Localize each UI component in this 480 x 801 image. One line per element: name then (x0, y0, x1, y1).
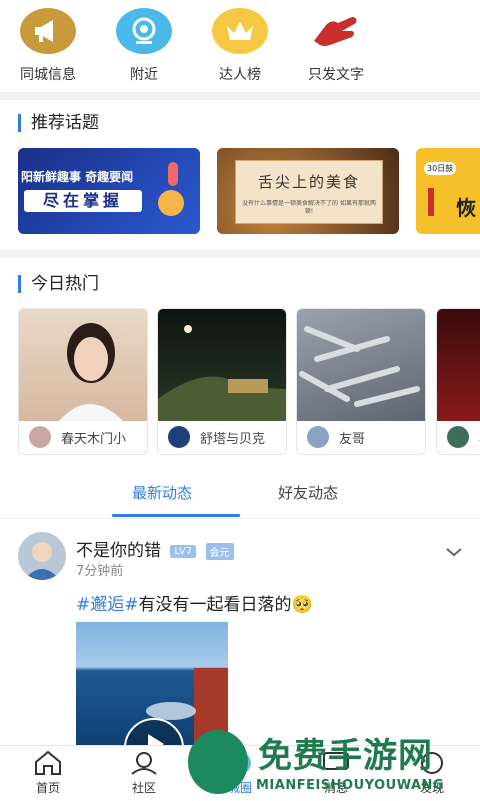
post-hashtag[interactable]: #邂逅# (76, 595, 139, 615)
hand-icon (308, 8, 364, 54)
hot-card[interactable]: 春天木门小 (18, 308, 148, 455)
member-badge: 会元 (205, 542, 234, 560)
city-icon (210, 750, 270, 779)
bottom-nav-home[interactable]: 首页 (18, 750, 78, 796)
tab-friends[interactable]: 好友动态 (278, 482, 338, 503)
hot-card[interactable]: 看 (436, 308, 480, 455)
bottom-nav: 首页 社区 城圈 消息 发现 (0, 745, 480, 801)
bottom-nav-city[interactable]: 城圈 (210, 750, 270, 796)
post-video[interactable] (76, 622, 228, 750)
hot-image (297, 309, 425, 421)
section-title-hot: 今日热门 (18, 275, 99, 293)
tab-indicator (112, 514, 240, 517)
post-text: 有没有一起看日落的 (138, 595, 292, 615)
avatar (447, 426, 469, 448)
message-icon (306, 750, 366, 779)
bottom-nav-messages[interactable]: 消息 (306, 750, 366, 796)
avatar (29, 426, 51, 448)
hot-image (437, 309, 480, 421)
nav-nearby[interactable]: 附近 (99, 8, 189, 84)
feed-tabs: 最新动态 好友动态 (0, 470, 480, 519)
post-time: 7分钟前 (76, 564, 124, 579)
topic-card[interactable]: 30日鼓 恢 (416, 148, 480, 234)
avatar (307, 426, 329, 448)
hot-image (19, 309, 147, 421)
divider (0, 92, 480, 100)
topic-card[interactable]: 阳新鲜趣事 奇趣要闻 尽在掌握 (18, 148, 200, 234)
nav-text-only[interactable]: 只发文字 (291, 8, 381, 84)
home-icon (18, 750, 78, 779)
hot-card[interactable]: 舒塔与贝克 (157, 308, 287, 455)
bottom-nav-discover[interactable]: 发现 (402, 750, 462, 796)
topic-card[interactable]: 舌尖上的美食 没有什么事情是一顿美食解决不了的 如果有那就两顿! (217, 148, 399, 234)
bottom-nav-community[interactable]: 社区 (114, 750, 174, 796)
community-icon (114, 750, 174, 779)
chevron-down-icon[interactable] (444, 542, 464, 562)
divider (0, 250, 480, 258)
rocket-icon (168, 162, 178, 186)
nav-local-info[interactable]: 同城信息 (3, 8, 93, 84)
crown-icon (212, 8, 268, 54)
post-card: 不是你的错 LV7 会元 7分钟前 #邂逅#有没有一起看日落的🥺 (0, 520, 480, 750)
hot-image (158, 309, 286, 421)
hot-card[interactable]: 友哥 (296, 308, 426, 455)
top-nav: 同城信息 附近 达人榜 只发文字 (0, 0, 480, 90)
nav-ranking[interactable]: 达人榜 (195, 8, 285, 84)
location-icon (116, 8, 172, 54)
level-badge: LV7 (170, 544, 197, 558)
avatar[interactable] (18, 532, 66, 580)
cartoon-figure (158, 190, 184, 216)
avatar (168, 426, 190, 448)
post-emoji: 🥺 (291, 595, 313, 615)
megaphone-icon (20, 8, 76, 54)
section-title-recommended: 推荐话题 (18, 114, 99, 132)
discover-icon (402, 750, 462, 779)
post-username[interactable]: 不是你的错 (76, 541, 161, 561)
tab-latest[interactable]: 最新动态 (132, 482, 192, 503)
